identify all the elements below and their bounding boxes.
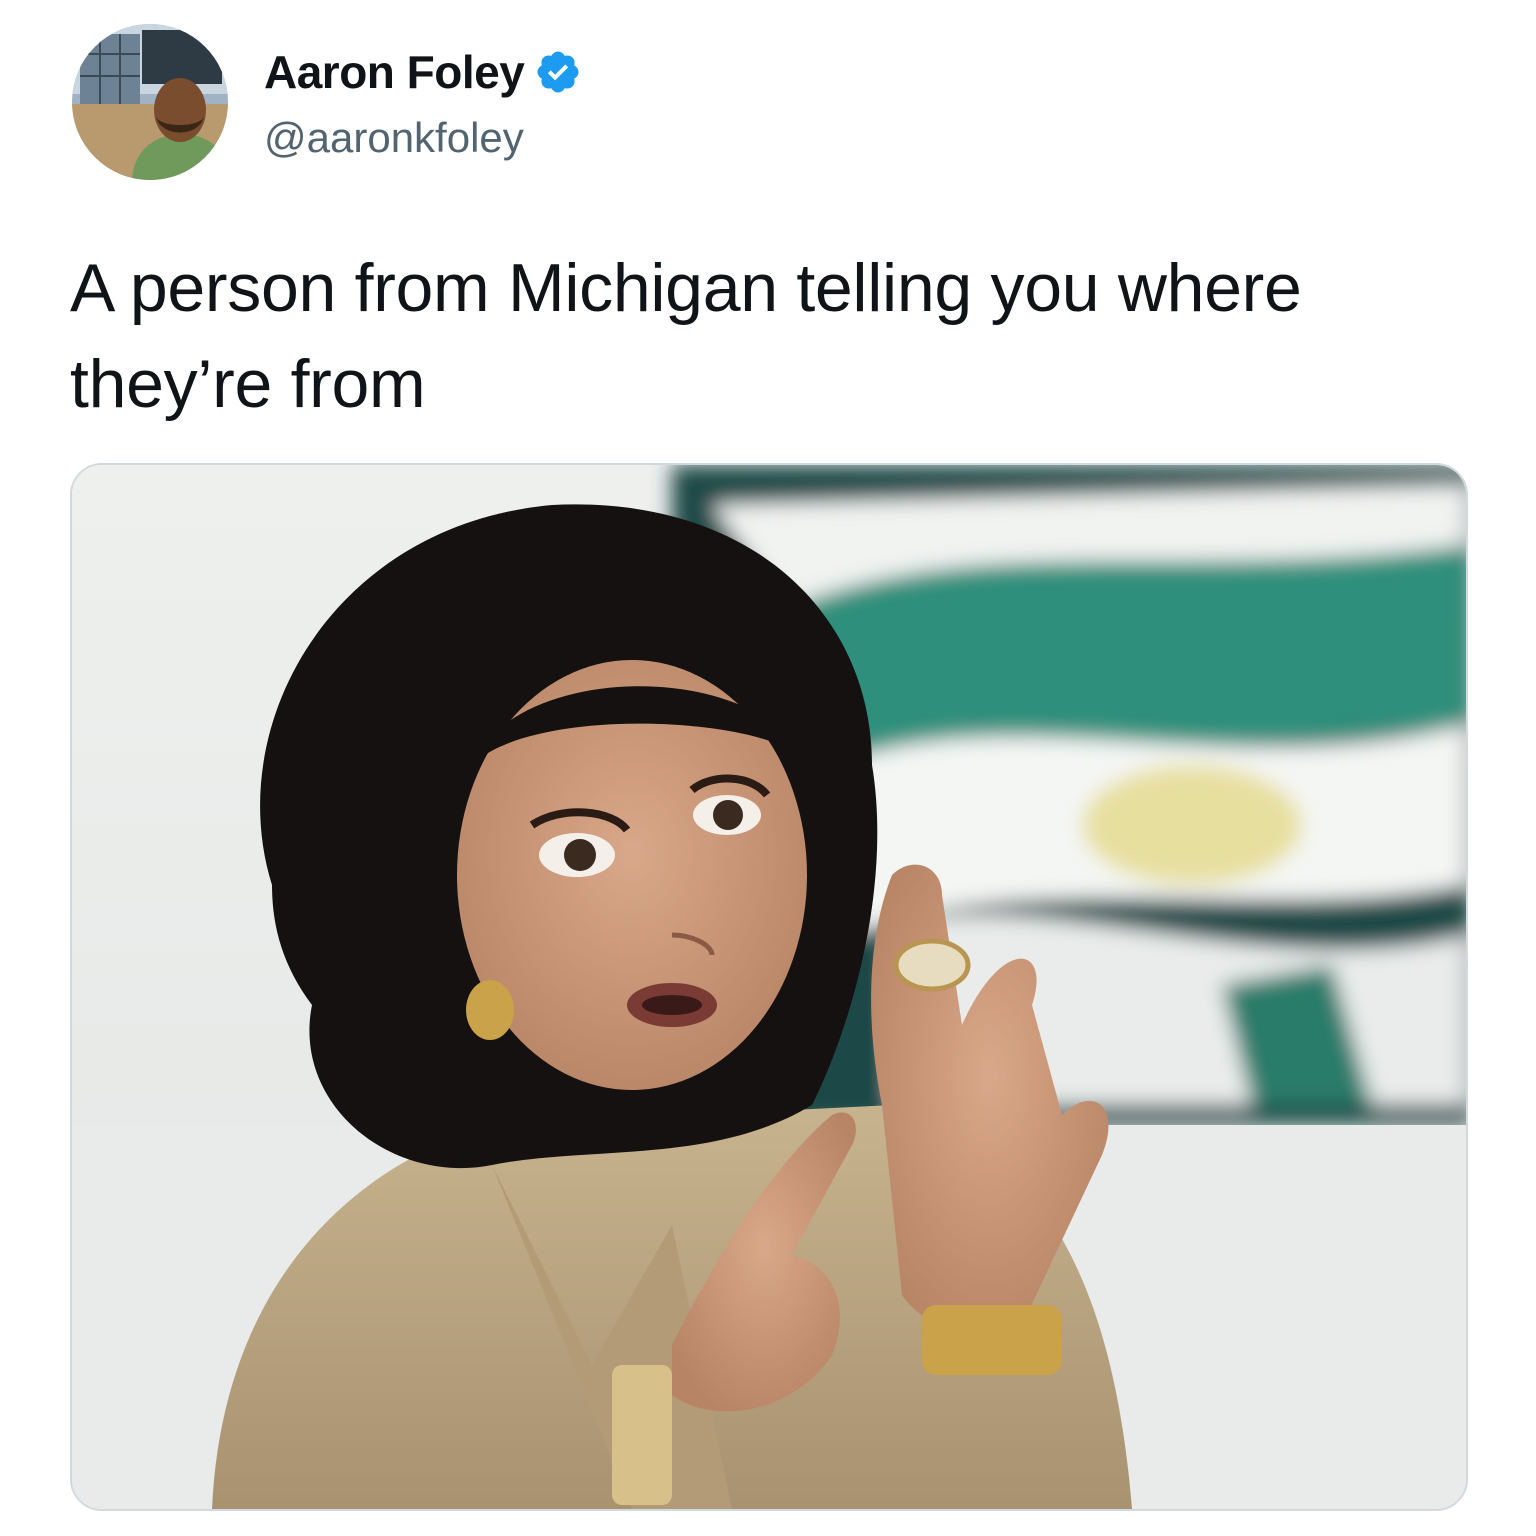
author-display-name[interactable]: Aaron Foley (264, 45, 525, 99)
author-identity: Aaron Foley @aaronkfoley (264, 42, 582, 162)
name-row: Aaron Foley (264, 42, 582, 102)
verified-badge-icon (534, 48, 582, 96)
tweet-header: Aaron Foley @aaronkfoley (72, 24, 582, 180)
author-handle[interactable]: @aaronkfoley (264, 114, 582, 162)
tweet-card: Aaron Foley @aaronkfoley A person from M… (0, 0, 1536, 1536)
photo-image-icon (72, 465, 1466, 1509)
tweet-media-photo[interactable] (70, 463, 1468, 1511)
author-avatar[interactable] (72, 24, 228, 180)
tweet-text: A person from Michigan telling you where… (70, 250, 1302, 422)
avatar-photo-icon (72, 24, 228, 180)
